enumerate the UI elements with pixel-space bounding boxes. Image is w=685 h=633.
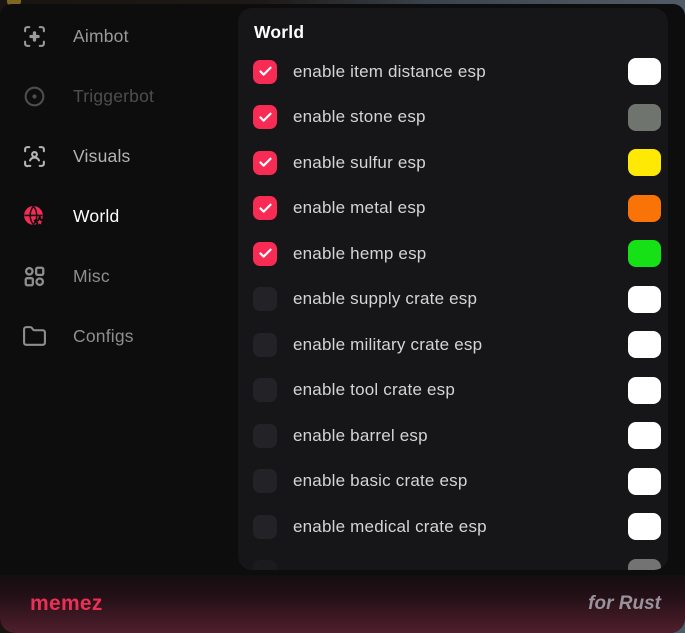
sidebar-item-label: World bbox=[73, 206, 119, 227]
sidebar-item-triggerbot[interactable]: Triggerbot bbox=[0, 66, 235, 126]
shapes-grid-icon bbox=[22, 264, 47, 289]
world-panel: World enable item distance esp enable st… bbox=[238, 8, 668, 570]
sidebar-item-label: Visuals bbox=[73, 146, 131, 167]
esp-color-swatch[interactable] bbox=[628, 195, 661, 222]
esp-option-row: enable tool crate esp bbox=[238, 368, 668, 414]
esp-option-label: enable hemp esp bbox=[293, 244, 426, 264]
checkmark-icon bbox=[258, 64, 273, 79]
esp-option-label: enable tool crate esp bbox=[293, 380, 455, 400]
esp-option-row bbox=[238, 550, 668, 571]
footer-bar: memez for Rust bbox=[0, 575, 685, 633]
esp-checkbox[interactable] bbox=[253, 333, 277, 357]
esp-option-row: enable metal esp bbox=[238, 186, 668, 232]
esp-checkbox[interactable] bbox=[253, 560, 277, 570]
circle-dot-icon bbox=[22, 84, 47, 109]
esp-checkbox[interactable] bbox=[253, 378, 277, 402]
sidebar-item-label: Aimbot bbox=[73, 26, 129, 47]
sidebar: Aimbot Triggerbot Visuals bbox=[0, 4, 235, 575]
checkmark-icon bbox=[258, 155, 273, 170]
esp-checkbox[interactable] bbox=[253, 60, 277, 84]
esp-option-row: enable item distance esp bbox=[238, 49, 668, 95]
esp-color-swatch[interactable] bbox=[628, 422, 661, 449]
esp-color-swatch[interactable] bbox=[628, 286, 661, 313]
sidebar-item-label: Triggerbot bbox=[73, 86, 154, 107]
panel-title: World bbox=[254, 22, 668, 43]
user-scan-icon bbox=[22, 144, 47, 169]
esp-color-swatch[interactable] bbox=[628, 58, 661, 85]
esp-option-label: enable basic crate esp bbox=[293, 471, 468, 491]
esp-checkbox[interactable] bbox=[253, 287, 277, 311]
esp-checkbox[interactable] bbox=[253, 469, 277, 493]
brand-name: memez bbox=[30, 592, 103, 616]
esp-option-row: enable supply crate esp bbox=[238, 277, 668, 323]
esp-color-swatch[interactable] bbox=[628, 513, 661, 540]
checkmark-icon bbox=[258, 110, 273, 125]
esp-option-row: enable basic crate esp bbox=[238, 459, 668, 505]
esp-checkbox[interactable] bbox=[253, 105, 277, 129]
esp-option-label: enable metal esp bbox=[293, 198, 426, 218]
esp-color-swatch[interactable] bbox=[628, 468, 661, 495]
sidebar-item-configs[interactable]: Configs bbox=[0, 306, 235, 366]
esp-option-label: enable item distance esp bbox=[293, 62, 486, 82]
esp-option-label: enable stone esp bbox=[293, 107, 426, 127]
esp-option-row: enable stone esp bbox=[238, 95, 668, 141]
esp-option-row: enable medical crate esp bbox=[238, 504, 668, 550]
esp-option-row: enable hemp esp bbox=[238, 231, 668, 277]
sidebar-item-label: Configs bbox=[73, 326, 134, 347]
esp-color-swatch[interactable] bbox=[628, 240, 661, 267]
sidebar-item-misc[interactable]: Misc bbox=[0, 246, 235, 306]
globe-star-icon bbox=[22, 204, 47, 229]
esp-color-swatch[interactable] bbox=[628, 377, 661, 404]
esp-option-label: enable military crate esp bbox=[293, 335, 482, 355]
crosshair-scan-icon bbox=[22, 24, 47, 49]
esp-color-swatch[interactable] bbox=[628, 149, 661, 176]
esp-option-label: enable medical crate esp bbox=[293, 517, 487, 537]
checkmark-icon bbox=[258, 201, 273, 216]
esp-color-swatch[interactable] bbox=[628, 559, 661, 570]
cheat-menu-window: Aimbot Triggerbot Visuals bbox=[0, 4, 685, 633]
brand-tagline: for Rust bbox=[588, 593, 661, 615]
esp-color-swatch[interactable] bbox=[628, 331, 661, 358]
sidebar-item-aimbot[interactable]: Aimbot bbox=[0, 6, 235, 66]
esp-option-label: enable barrel esp bbox=[293, 426, 428, 446]
esp-option-row: enable sulfur esp bbox=[238, 140, 668, 186]
sidebar-item-label: Misc bbox=[73, 266, 110, 287]
esp-checkbox[interactable] bbox=[253, 196, 277, 220]
esp-checkbox[interactable] bbox=[253, 424, 277, 448]
esp-option-label: enable supply crate esp bbox=[293, 289, 477, 309]
checkmark-icon bbox=[258, 246, 273, 261]
esp-color-swatch[interactable] bbox=[628, 104, 661, 131]
esp-option-row: enable military crate esp bbox=[238, 322, 668, 368]
sidebar-item-visuals[interactable]: Visuals bbox=[0, 126, 235, 186]
esp-checkbox[interactable] bbox=[253, 242, 277, 266]
esp-checkbox[interactable] bbox=[253, 151, 277, 175]
esp-option-label: enable sulfur esp bbox=[293, 153, 426, 173]
esp-option-list: enable item distance esp enable stone es… bbox=[238, 49, 668, 570]
sidebar-item-world[interactable]: World bbox=[0, 186, 235, 246]
esp-checkbox[interactable] bbox=[253, 515, 277, 539]
esp-option-row: enable barrel esp bbox=[238, 413, 668, 459]
folder-icon bbox=[22, 324, 47, 349]
